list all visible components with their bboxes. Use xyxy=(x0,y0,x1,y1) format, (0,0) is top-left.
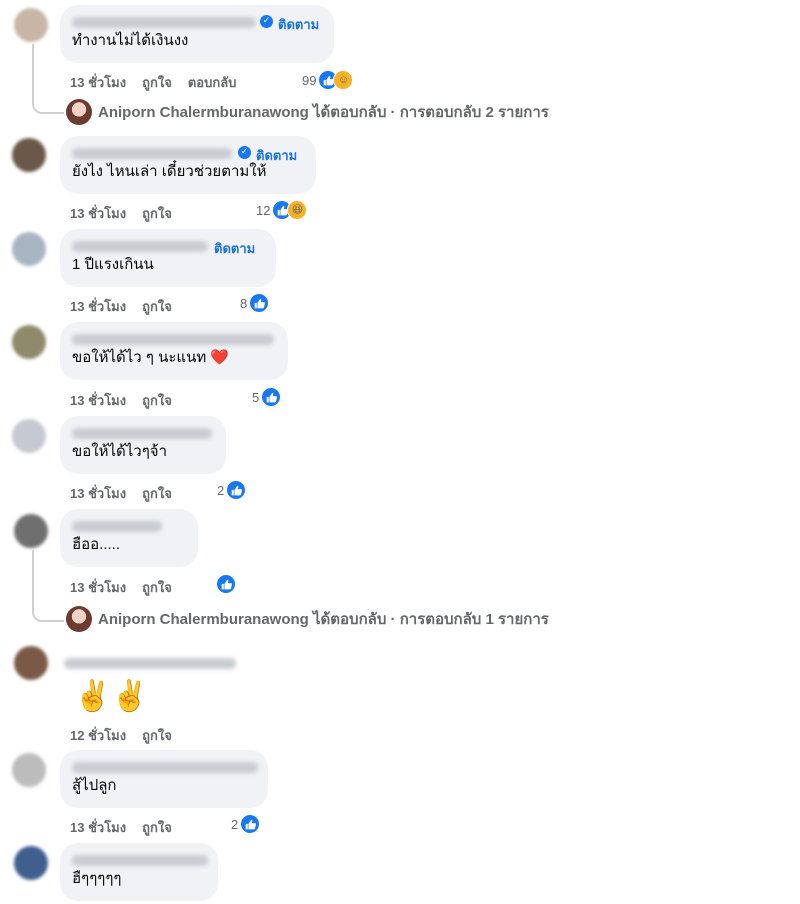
like-reaction-icon xyxy=(216,574,236,594)
timestamp[interactable]: 13 ชั่วโมง xyxy=(70,75,126,90)
comment-actions: 13 ชั่วโมง ถูกใจ xyxy=(70,296,188,317)
like-reaction-icon xyxy=(240,814,261,834)
comment-emoji: ✌️✌️ xyxy=(74,680,149,713)
comment-bubble: ฮืออ..... xyxy=(60,509,198,567)
avatar[interactable] xyxy=(12,419,46,453)
thread-connector xyxy=(32,550,64,622)
author-name-redacted[interactable] xyxy=(72,241,208,252)
comment-actions: 13 ชั่วโมง ถูกใจ xyxy=(70,390,188,411)
follow-button[interactable]: ติดตาม xyxy=(214,238,255,259)
reaction-summary[interactable]: 99 ☺ xyxy=(302,70,354,90)
author-name-redacted[interactable] xyxy=(64,658,236,669)
like-button[interactable]: ถูกใจ xyxy=(142,486,172,501)
timestamp[interactable]: 13 ชั่วโมง xyxy=(70,299,126,314)
reaction-count: 12 xyxy=(256,202,271,218)
comment-actions: 13 ชั่วโมง ถูกใจ xyxy=(70,817,188,838)
comment-actions: 13 ชั่วโมง ถูกใจ ตอบกลับ xyxy=(70,72,252,93)
timestamp[interactable]: 12 ชั่วโมง xyxy=(70,728,126,743)
avatar[interactable] xyxy=(14,846,48,880)
timestamp[interactable]: 13 ชั่วโมง xyxy=(70,486,126,501)
haha-reaction-icon: 😆 xyxy=(287,200,308,220)
reaction-summary[interactable]: 2 xyxy=(217,480,247,500)
reaction-summary[interactable]: 8 xyxy=(240,293,270,313)
like-reaction-icon xyxy=(249,293,270,313)
author-name-redacted[interactable] xyxy=(72,148,232,159)
like-button[interactable]: ถูกใจ xyxy=(142,580,172,595)
reaction-count: 2 xyxy=(217,482,225,498)
like-button[interactable]: ถูกใจ xyxy=(142,206,172,221)
like-reaction-icon xyxy=(226,480,247,500)
comment-bubble: ฮืๆๆๆๆๆ xyxy=(60,843,218,901)
reply-author-avatar xyxy=(66,606,92,632)
like-button[interactable]: ถูกใจ xyxy=(142,299,172,314)
timestamp[interactable]: 13 ชั่วโมง xyxy=(70,580,126,595)
verified-badge-icon: ✓ xyxy=(238,146,251,159)
reaction-summary[interactable] xyxy=(214,574,236,594)
comment-text: สู้ไปลูก xyxy=(72,777,117,794)
thread-connector xyxy=(32,44,64,114)
comment-bubble: ติดตาม 1 ปีแรงเกินน xyxy=(60,229,276,287)
author-name-redacted[interactable] xyxy=(72,428,212,439)
comment-bubble: ✓ ติดตาม ทำงานไม่ได้เงินงง xyxy=(60,5,334,63)
reaction-count: 2 xyxy=(231,816,239,832)
author-name-redacted[interactable] xyxy=(72,521,162,532)
reply-count-text: ได้ตอบกลับ · การตอบกลับ 1 รายการ xyxy=(313,611,549,628)
like-button[interactable]: ถูกใจ xyxy=(142,728,172,743)
comment-actions: 12 ชั่วโมง ถูกใจ xyxy=(70,725,188,746)
verified-badge-icon: ✓ xyxy=(260,15,273,28)
view-replies-link[interactable]: Aniporn Chalermburanawong ได้ตอบกลับ · ก… xyxy=(66,606,549,632)
like-reaction-icon xyxy=(261,387,282,407)
comment-text: ฮืออ..... xyxy=(72,536,121,553)
reaction-summary[interactable]: 12 😆 xyxy=(256,200,308,220)
comment-bubble: ขอให้ได้ไวๆจ้า xyxy=(60,416,226,474)
reply-count-text: ได้ตอบกลับ · การตอบกลับ 2 รายการ xyxy=(313,104,549,121)
reply-button[interactable]: ตอบกลับ xyxy=(188,75,237,90)
comment-text: ฮืๆๆๆๆๆ xyxy=(72,870,122,887)
like-button[interactable]: ถูกใจ xyxy=(142,820,172,835)
reaction-count: 8 xyxy=(240,295,248,311)
comment-actions: 13 ชั่วโมง ถูกใจ xyxy=(70,203,188,224)
reaction-summary[interactable]: 5 xyxy=(252,387,282,407)
comment-text: ขอให้ได้ไวๆจ้า xyxy=(72,443,167,460)
author-name-redacted[interactable] xyxy=(72,855,208,866)
comment-actions: 13 ชั่วโมง ถูกใจ xyxy=(70,483,188,504)
comment-bubble: สู้ไปลูก xyxy=(60,750,268,808)
author-name-redacted[interactable] xyxy=(72,334,274,345)
avatar[interactable] xyxy=(14,8,48,42)
care-reaction-icon: ☺ xyxy=(333,70,354,90)
reply-author-name: Aniporn Chalermburanawong xyxy=(98,610,309,628)
follow-button[interactable]: ติดตาม xyxy=(256,145,297,166)
view-replies-link[interactable]: Aniporn Chalermburanawong ได้ตอบกลับ · ก… xyxy=(66,99,549,125)
reply-author-name: Aniporn Chalermburanawong xyxy=(98,103,309,121)
avatar[interactable] xyxy=(12,325,46,359)
avatar[interactable] xyxy=(12,753,46,787)
avatar[interactable] xyxy=(12,232,46,266)
reaction-count: 99 xyxy=(302,72,317,88)
author-name-redacted[interactable] xyxy=(72,762,258,773)
comment-bubble: ขอให้ได้ไว ๆ นะแนท ❤️ xyxy=(60,322,288,380)
reply-author-avatar xyxy=(66,99,92,125)
timestamp[interactable]: 13 ชั่วโมง xyxy=(70,393,126,408)
like-button[interactable]: ถูกใจ xyxy=(142,393,172,408)
avatar[interactable] xyxy=(12,138,46,172)
comment-bubble: ✓ ติดตาม ยังไง ไหนเล่า เดี๋ยวช่วยตามให้ xyxy=(60,136,316,194)
like-button[interactable]: ถูกใจ xyxy=(142,75,172,90)
follow-button[interactable]: ติดตาม xyxy=(278,14,319,35)
timestamp[interactable]: 13 ชั่วโมง xyxy=(70,206,126,221)
avatar[interactable] xyxy=(14,646,48,680)
comment-actions: 13 ชั่วโมง ถูกใจ xyxy=(70,577,188,598)
timestamp[interactable]: 13 ชั่วโมง xyxy=(70,820,126,835)
author-name-redacted[interactable] xyxy=(72,17,256,28)
avatar[interactable] xyxy=(14,514,48,548)
reaction-count: 5 xyxy=(252,389,260,405)
reaction-summary[interactable]: 2 xyxy=(231,814,261,834)
comment-text: ขอให้ได้ไว ๆ นะแนท ❤️ xyxy=(72,349,230,366)
